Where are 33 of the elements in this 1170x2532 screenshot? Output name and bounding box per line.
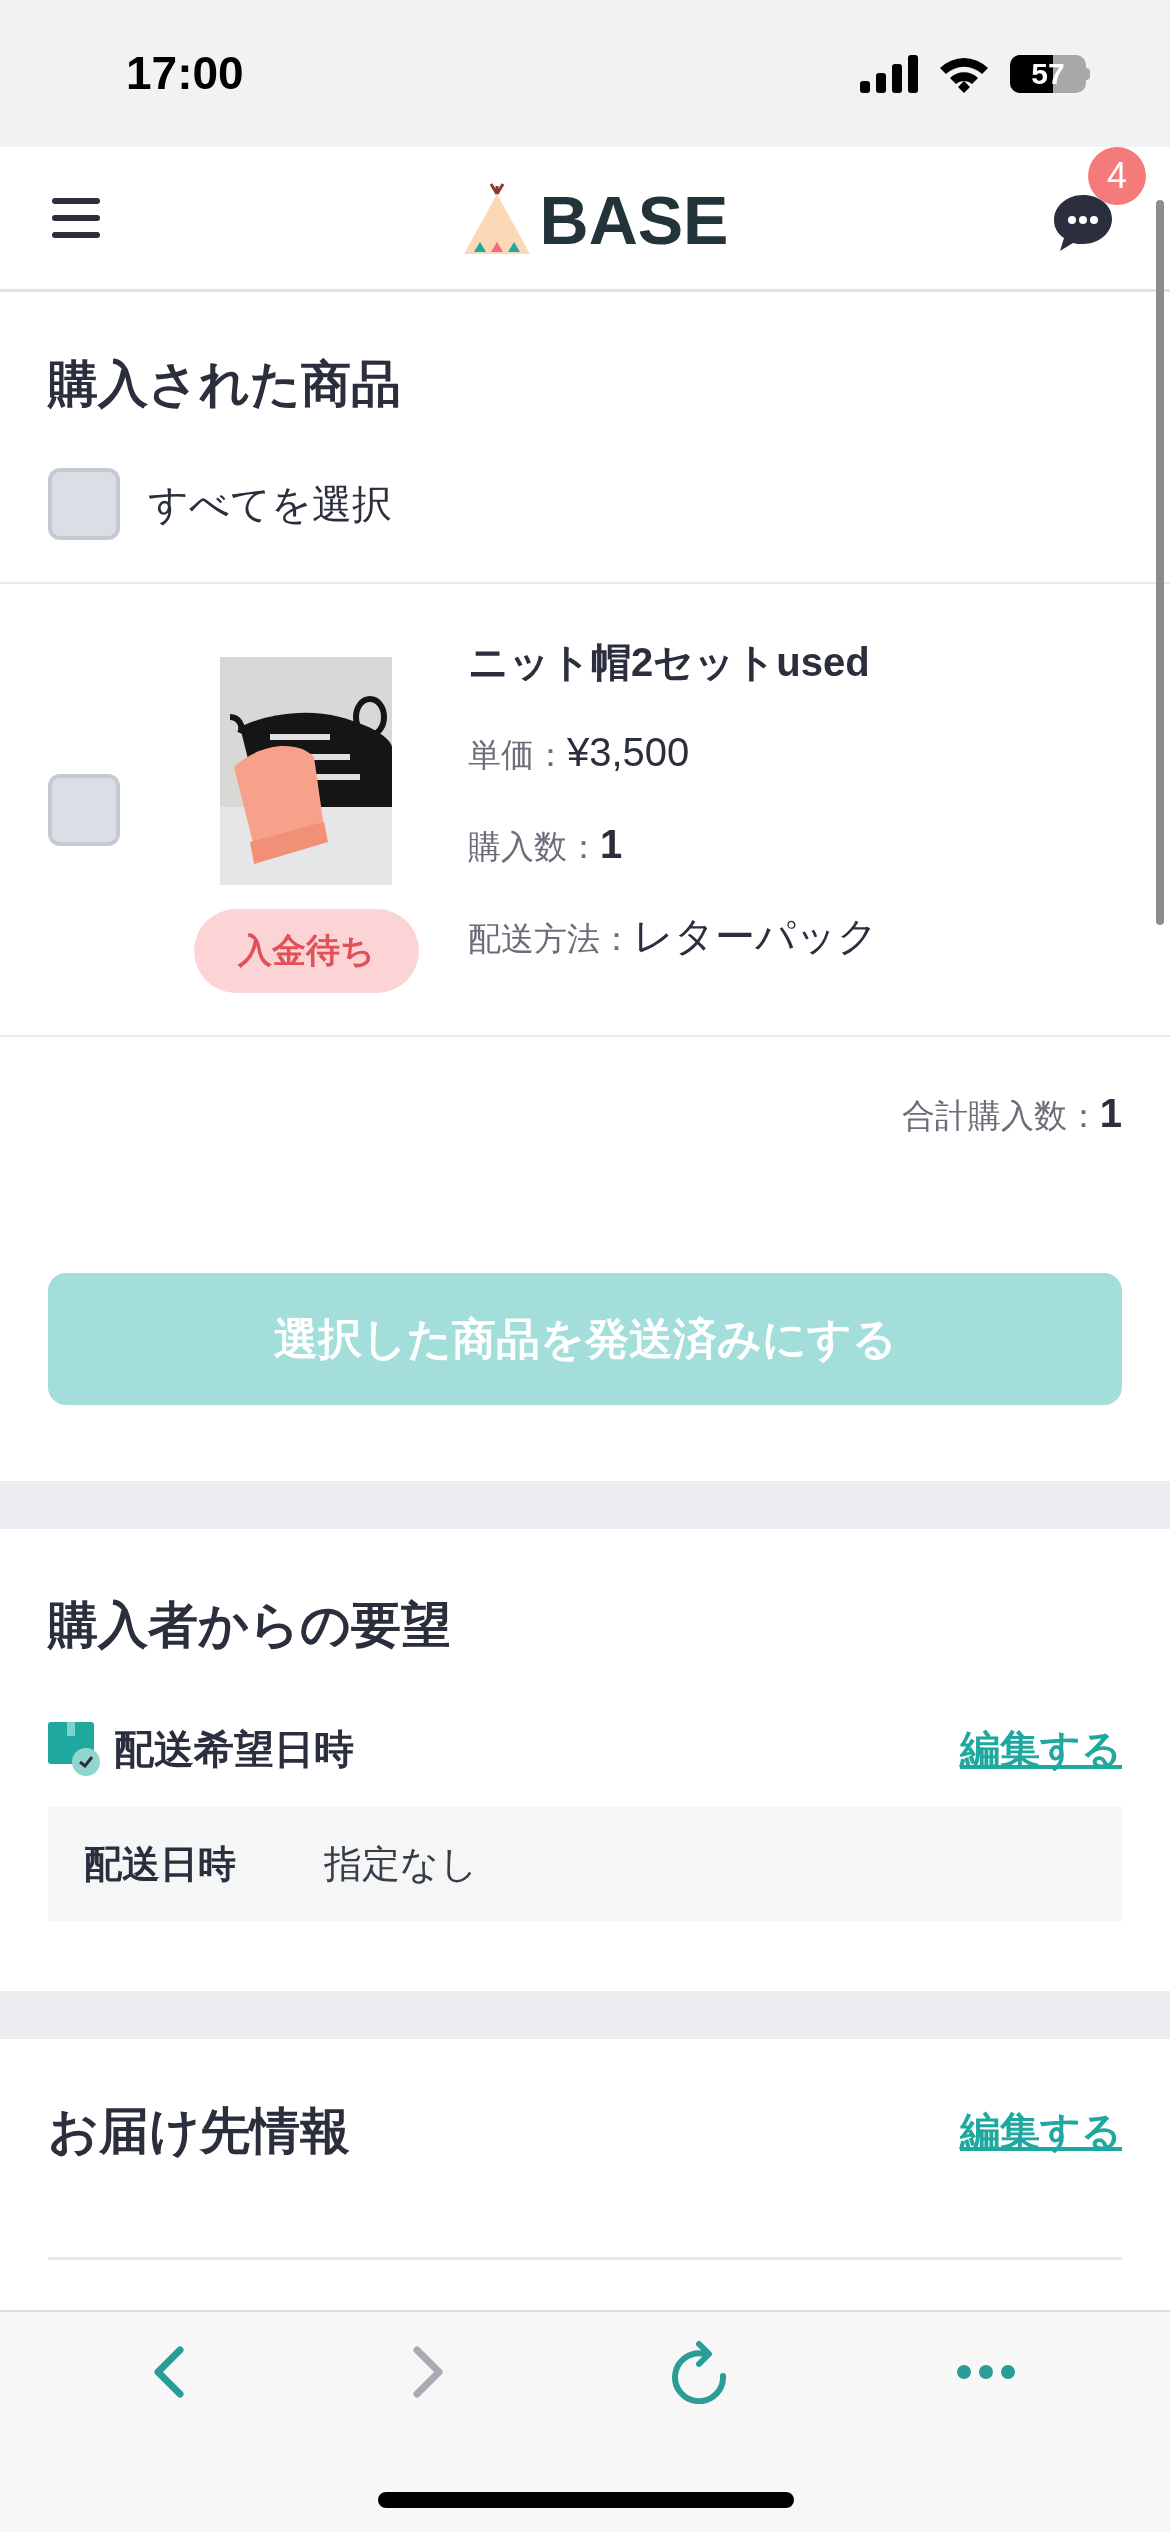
- section-title: 購入された商品: [48, 355, 402, 414]
- checkbox[interactable]: [48, 773, 120, 846]
- total-value: 1: [1099, 1090, 1122, 1137]
- edit-link[interactable]: 編集する: [960, 1719, 1122, 1779]
- back-icon[interactable]: [154, 2346, 185, 2398]
- section-title: 購入者からの要望: [48, 1596, 452, 1655]
- edit-link[interactable]: 編集する: [960, 2101, 1122, 2161]
- signal-icon: [860, 54, 918, 93]
- checkbox[interactable]: [48, 468, 120, 540]
- field-value: ¥3,500: [567, 728, 690, 776]
- notification-badge: 4: [1088, 147, 1146, 205]
- package-clock-icon: [48, 1722, 100, 1776]
- more-icon[interactable]: [955, 2364, 1016, 2380]
- logo-text: BASE: [539, 186, 729, 254]
- status-badge: 入金待ち: [193, 908, 419, 993]
- status-time: 17:00: [126, 46, 244, 101]
- section-title: お届け先情報: [48, 2102, 350, 2161]
- chat-icon[interactable]: [1052, 193, 1114, 253]
- select-all-label[interactable]: すべてを選択: [148, 474, 392, 534]
- total-label: 合計購入数：: [901, 1096, 1100, 1136]
- subsection-title: 配送希望日時: [114, 1726, 354, 1773]
- field-value: レターパック: [633, 912, 878, 960]
- forward-icon[interactable]: [412, 2346, 443, 2398]
- field-label: 購入数：: [468, 826, 600, 867]
- field-label: 配送方法：: [468, 918, 633, 959]
- row-label: 配送日時: [84, 1841, 237, 1887]
- field-value: 1: [600, 820, 623, 868]
- field-label: 単価：: [468, 734, 567, 775]
- reload-icon[interactable]: [671, 2340, 728, 2404]
- product-name: ニット帽2セットused: [468, 638, 871, 686]
- menu-icon[interactable]: [52, 196, 100, 240]
- row-value: 指定なし: [324, 1841, 478, 1887]
- tent-logo-icon: [463, 182, 530, 254]
